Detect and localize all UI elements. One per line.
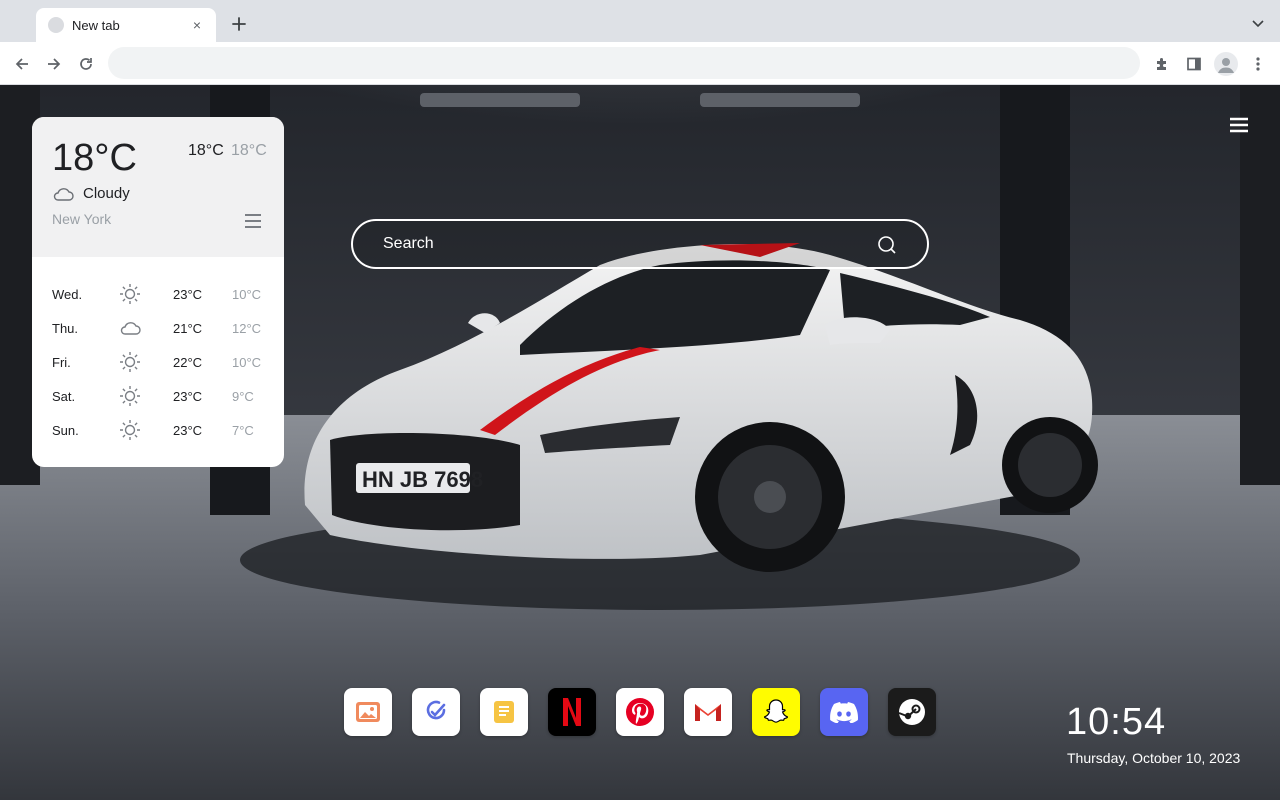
person-icon — [1218, 58, 1234, 73]
browser-toolbar — [0, 42, 1280, 85]
arrow-right-icon — [48, 58, 61, 70]
side-panel-button[interactable] — [1182, 52, 1206, 76]
forecast-high: 23°C — [173, 423, 203, 438]
tab-new-tab[interactable]: New tab × — [36, 8, 216, 42]
tasks-icon — [426, 700, 446, 720]
forecast-day: Wed. — [52, 287, 83, 302]
forecast-day: Sun. — [52, 423, 79, 438]
today-low: 18°C — [231, 142, 267, 159]
forward-button[interactable] — [42, 52, 66, 76]
shortcut-discord[interactable] — [820, 688, 868, 736]
forecast-low: 10°C — [232, 355, 262, 370]
kebab-menu-icon — [1256, 57, 1260, 71]
shortcut-snapchat[interactable] — [752, 688, 800, 736]
back-button[interactable] — [10, 52, 34, 76]
sun-icon — [120, 352, 140, 372]
search-box[interactable] — [351, 219, 929, 269]
forecast-low: 12°C — [232, 321, 262, 336]
sun-icon — [120, 386, 140, 406]
weather-menu-icon[interactable] — [243, 213, 263, 229]
notes-icon — [494, 701, 514, 723]
forecast-day: Fri. — [52, 355, 71, 370]
weather-widget[interactable]: 18°C 18°C 18°C Cloudy New York Wed. 23°C… — [32, 117, 284, 467]
gmail-icon — [695, 704, 721, 721]
forecast-high: 23°C — [173, 287, 203, 302]
clock-time: 10:54 — [1066, 701, 1167, 743]
forecast-low: 9°C — [232, 389, 254, 404]
today-high: 18°C — [188, 142, 224, 159]
sun-icon — [120, 420, 140, 440]
discord-icon — [830, 702, 858, 723]
cloud-icon — [53, 188, 74, 201]
new-tab-button[interactable] — [228, 13, 250, 35]
shortcut-steam[interactable] — [888, 688, 936, 736]
tab-title: New tab — [72, 17, 120, 33]
current-temperature: 18°C — [52, 137, 137, 179]
shortcut-netflix[interactable] — [548, 688, 596, 736]
profile-avatar[interactable] — [1214, 52, 1238, 76]
tab-search-button[interactable] — [1248, 14, 1268, 34]
chevron-down-icon — [1252, 20, 1264, 28]
side-panel-icon — [1187, 57, 1201, 71]
hamburger-menu-icon[interactable] — [1229, 117, 1249, 133]
forecast-day: Sat. — [52, 389, 76, 404]
cloud-icon — [120, 322, 141, 335]
forecast-low: 10°C — [232, 287, 262, 302]
clock-date: Thursday, October 10, 2023 — [1067, 750, 1241, 766]
forecast-row: Wed. 23°C 10°C — [32, 277, 284, 311]
shortcut-notes[interactable] — [480, 688, 528, 736]
shortcut-tasks[interactable] — [412, 688, 460, 736]
puzzle-icon — [1157, 58, 1166, 70]
tab-favicon-icon — [48, 17, 64, 33]
arrow-left-icon — [15, 58, 28, 70]
forecast-row: Thu. 21°C 12°C — [32, 311, 284, 345]
extensions-button[interactable] — [1150, 52, 1174, 76]
browser-menu-button[interactable] — [1246, 52, 1270, 76]
forecast-row: Sun. 23°C 7°C — [32, 413, 284, 447]
sun-icon — [120, 284, 140, 304]
reload-button[interactable] — [74, 52, 98, 76]
forecast-high: 23°C — [173, 389, 203, 404]
shortcut-photos[interactable] — [344, 688, 392, 736]
svg-text:HN JB 7698: HN JB 7698 — [362, 467, 483, 492]
shortcut-gmail[interactable] — [684, 688, 732, 736]
weather-condition: Cloudy — [83, 185, 130, 202]
shortcut-pinterest[interactable] — [616, 688, 664, 736]
search-icon[interactable] — [877, 235, 897, 255]
netflix-icon — [563, 698, 581, 726]
photos-icon — [356, 702, 380, 722]
forecast-day: Thu. — [52, 321, 79, 336]
snapchat-icon — [763, 699, 789, 723]
shortcut-dock — [344, 688, 936, 736]
search-input[interactable] — [383, 221, 863, 267]
weather-city: New York — [52, 211, 112, 227]
weather-forecast: Wed. 23°C 10°C Thu. 21°C 12°C Fri. 22°C … — [32, 277, 284, 447]
plus-icon — [232, 17, 246, 31]
address-bar[interactable] — [108, 47, 1140, 79]
forecast-low: 7°C — [232, 423, 254, 438]
forecast-row: Fri. 22°C 10°C — [32, 345, 284, 379]
pinterest-icon — [626, 698, 654, 726]
forecast-high: 22°C — [173, 355, 203, 370]
new-tab-page: HN JB 7698 18°C 18°C 18°C Cloudy New Yor… — [0, 85, 1280, 800]
steam-icon — [898, 699, 925, 725]
reload-icon — [80, 58, 92, 70]
weather-current: 18°C 18°C 18°C Cloudy New York — [32, 117, 284, 257]
forecast-high: 21°C — [173, 321, 203, 336]
close-tab-button[interactable]: × — [188, 16, 206, 34]
forecast-row: Sat. 23°C 9°C — [32, 379, 284, 413]
tab-strip: New tab × — [0, 0, 1280, 42]
